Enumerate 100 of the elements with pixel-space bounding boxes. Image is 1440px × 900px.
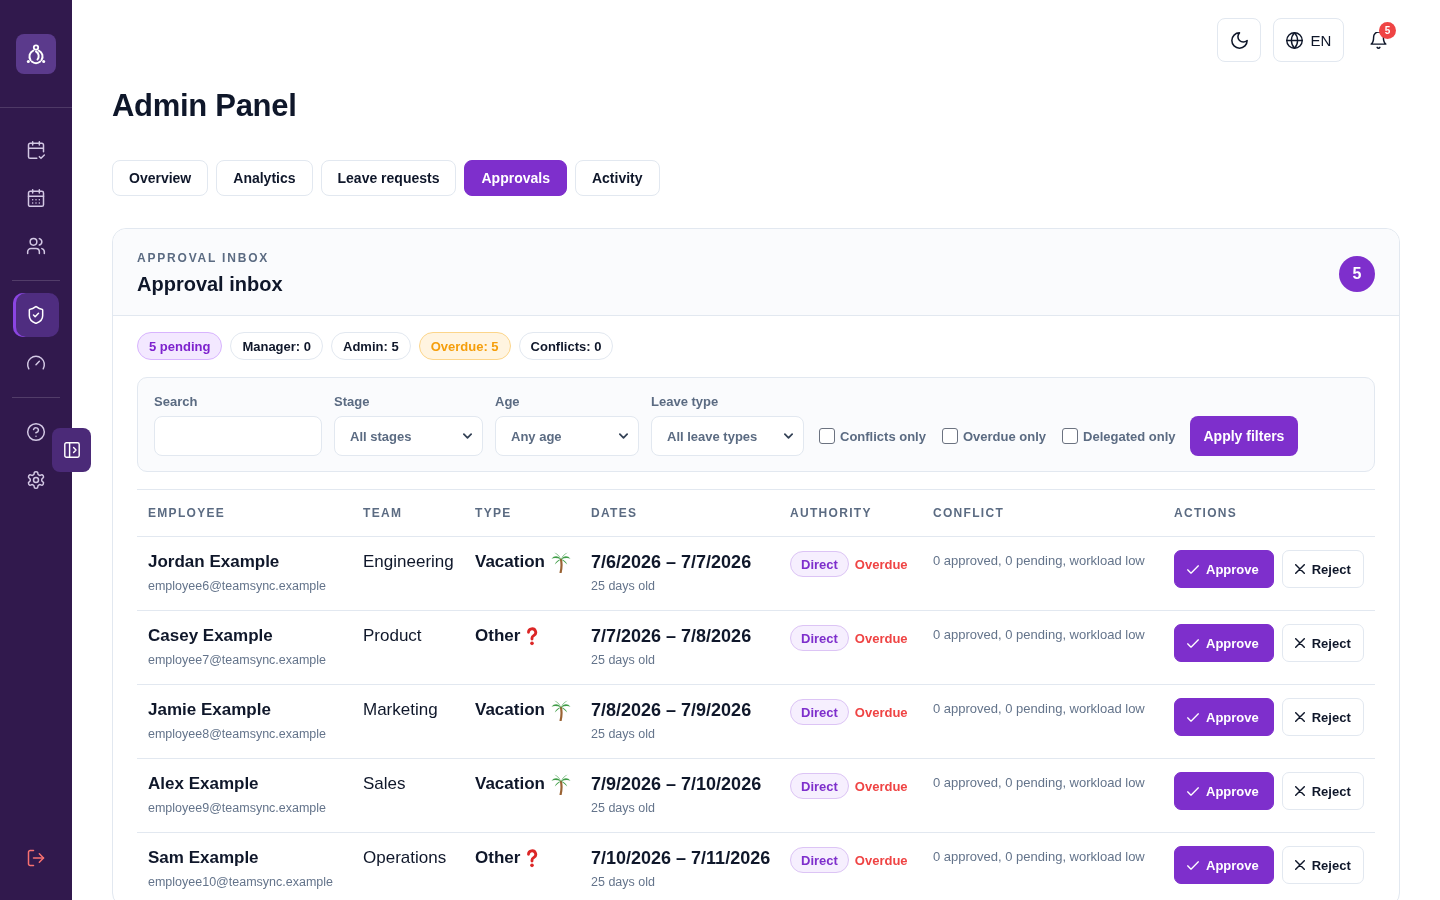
question-mark-icon xyxy=(526,626,539,646)
request-age: 25 days old xyxy=(591,652,655,669)
field-label: Leave type xyxy=(651,394,719,410)
theme-toggle-button[interactable] xyxy=(1217,18,1261,62)
authority-badge: Direct xyxy=(790,847,849,873)
check-icon xyxy=(1187,860,1199,870)
checkbox-label[interactable]: Conflicts only xyxy=(840,428,926,444)
notification-badge: 5 xyxy=(1379,22,1396,39)
bell-icon xyxy=(1369,31,1387,49)
count-badge: 5 xyxy=(1339,256,1375,292)
field-label: Stage xyxy=(334,394,370,410)
card-title: Approval inbox xyxy=(137,272,283,297)
leave-type: Other xyxy=(475,847,521,869)
column-header: CONFLICT xyxy=(933,506,1005,520)
team-name: Sales xyxy=(363,774,406,793)
dropdown[interactable]: All leave types xyxy=(651,416,804,456)
section-eyebrow: APPROVAL INBOX xyxy=(137,250,270,266)
request-age: 25 days old xyxy=(591,726,655,743)
apply-filters-button[interactable]: Apply filters xyxy=(1189,416,1299,456)
tab[interactable]: Analytics xyxy=(216,160,313,196)
close-icon xyxy=(1294,638,1305,648)
summary-chip: Manager: 0 xyxy=(230,332,324,360)
notifications-button[interactable]: 5 xyxy=(1356,18,1400,62)
conflict-summary: 0 approved, 0 pending, workload low xyxy=(933,627,1145,642)
chevron-down-icon xyxy=(619,433,628,439)
overdue-label: Overdue xyxy=(854,852,908,868)
approve-button[interactable]: Approve xyxy=(1174,624,1274,662)
team-name: Operations xyxy=(363,848,447,867)
reject-button[interactable]: Reject xyxy=(1281,550,1364,588)
dropdown[interactable]: Any age xyxy=(495,416,639,456)
summary-chip: Conflicts: 0 xyxy=(518,332,614,360)
nav-item[interactable] xyxy=(13,293,59,337)
column-header: TEAM xyxy=(363,506,403,520)
authority-badge: Direct xyxy=(790,773,849,799)
summary-chip: 5 pending xyxy=(137,332,223,360)
checkbox[interactable] xyxy=(819,428,835,444)
field-label: Search xyxy=(154,394,198,410)
tab[interactable]: Leave requests xyxy=(320,160,457,196)
palm-tree-icon xyxy=(550,551,571,573)
employee-name: Sam Example xyxy=(148,847,259,869)
checkbox[interactable] xyxy=(1062,428,1079,444)
users-icon xyxy=(26,236,46,256)
conflict-summary: 0 approved, 0 pending, workload low xyxy=(933,775,1145,790)
palm-tree-icon xyxy=(550,699,571,721)
reject-button[interactable]: Reject xyxy=(1281,624,1364,662)
reject-button[interactable]: Reject xyxy=(1281,846,1364,884)
check-icon xyxy=(1187,712,1199,722)
question-mark-icon xyxy=(526,848,539,868)
authority-badge: Direct xyxy=(790,551,849,577)
approve-button[interactable]: Approve xyxy=(1174,698,1274,736)
column-header: EMPLOYEE xyxy=(148,506,226,520)
shield-check-icon xyxy=(26,305,46,325)
summary-chip: Admin: 5 xyxy=(331,332,411,360)
date-range: 7/10/2026 – 7/11/2026 xyxy=(591,847,771,869)
approve-button[interactable]: Approve xyxy=(1174,550,1274,588)
column-header: TYPE xyxy=(475,506,512,520)
checkbox-label[interactable]: Overdue only xyxy=(962,428,1047,444)
sidebar-toggle-button[interactable] xyxy=(52,428,91,472)
globe-icon xyxy=(1285,31,1303,49)
tab[interactable]: Approvals xyxy=(464,160,567,196)
date-range: 7/9/2026 – 7/10/2026 xyxy=(591,773,762,795)
settings-icon xyxy=(26,470,46,490)
team-name: Product xyxy=(363,626,422,645)
employee-name: Jordan Example xyxy=(148,551,280,573)
checkbox-label[interactable]: Delegated only xyxy=(1083,428,1176,444)
tab[interactable]: Overview xyxy=(112,160,209,196)
calendar-icon xyxy=(26,188,46,208)
approve-button[interactable]: Approve xyxy=(1174,846,1274,884)
employee-email: employee7@teamsync.example xyxy=(148,652,327,669)
authority-badge: Direct xyxy=(790,699,849,725)
close-icon xyxy=(1294,860,1305,870)
close-icon xyxy=(1294,786,1305,796)
leave-type: Vacation xyxy=(475,699,545,721)
language-button[interactable]: EN xyxy=(1273,18,1344,62)
reject-button[interactable]: Reject xyxy=(1281,698,1364,736)
date-range: 7/8/2026 – 7/9/2026 xyxy=(591,699,752,721)
conflict-summary: 0 approved, 0 pending, workload low xyxy=(933,553,1145,568)
employee-email: employee8@teamsync.example xyxy=(148,726,327,743)
dropdown[interactable]: All stages xyxy=(334,416,483,456)
check-icon xyxy=(1187,786,1199,796)
employee-name: Casey Example xyxy=(148,625,273,647)
approve-button[interactable]: Approve xyxy=(1174,772,1274,810)
overdue-label: Overdue xyxy=(854,778,908,794)
moon-icon xyxy=(1230,31,1248,49)
reject-button[interactable]: Reject xyxy=(1281,772,1364,810)
field-label: Age xyxy=(495,394,520,410)
tab[interactable]: Activity xyxy=(574,160,660,196)
date-range: 7/6/2026 – 7/7/2026 xyxy=(591,551,752,573)
authority-badge: Direct xyxy=(790,625,849,651)
column-header: DATES xyxy=(591,506,638,520)
search-input[interactable] xyxy=(154,416,322,456)
employee-name: Alex Example xyxy=(148,773,259,795)
logo-icon xyxy=(16,34,56,74)
checkbox[interactable] xyxy=(941,428,958,444)
leave-type: Vacation xyxy=(475,773,545,795)
close-icon xyxy=(1294,564,1305,574)
gauge-icon xyxy=(26,353,46,373)
employee-email: employee10@teamsync.example xyxy=(148,874,333,891)
team-name: Engineering xyxy=(363,552,454,571)
close-icon xyxy=(1294,712,1305,722)
